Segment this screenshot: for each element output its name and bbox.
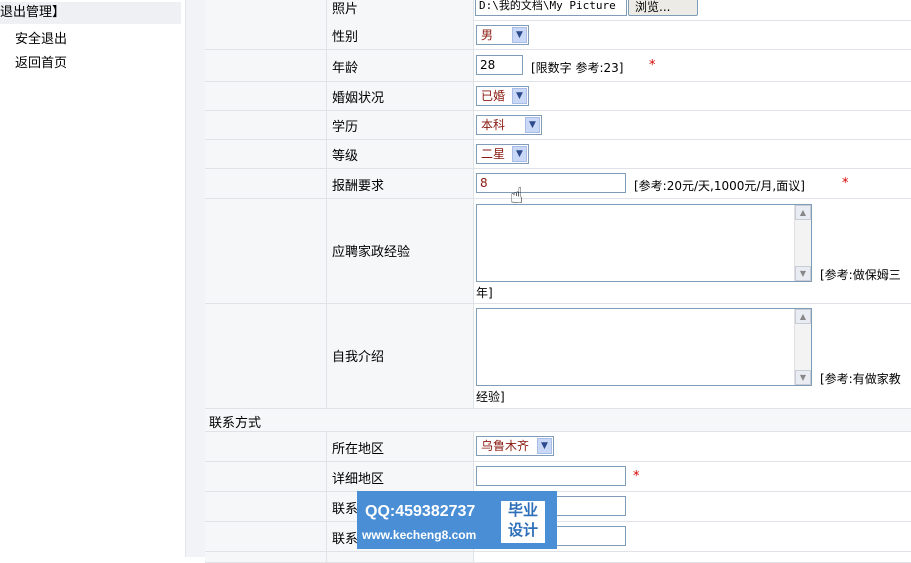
marital-select[interactable]: 已婚 ▼ <box>476 86 529 106</box>
form-row-contact1: 联系 <box>205 492 911 522</box>
form-row-actions <box>205 552 911 563</box>
form-row-gender: 性别 男 ▼ <box>205 20 911 50</box>
gender-select[interactable]: 男 ▼ <box>476 25 529 45</box>
marital-label: 婚姻状况 <box>332 91 385 106</box>
address-label: 详细地区 <box>332 472 385 487</box>
chevron-down-icon: ▼ <box>525 117 540 133</box>
chevron-down-icon: ▼ <box>512 146 527 162</box>
age-label: 年龄 <box>332 61 359 76</box>
sidebar-divider <box>185 0 206 557</box>
watermark-url: www.kecheng8.com <box>362 528 477 542</box>
intro-textarea[interactable]: ▲ ▼ <box>476 308 812 386</box>
sidebar-item-home[interactable]: 返回首页 <box>15 52 67 71</box>
scroll-down-icon[interactable]: ▼ <box>795 266 811 281</box>
form-row-address: 详细地区 * <box>205 462 911 492</box>
section-contact-title: 联系方式 <box>209 416 262 431</box>
salary-label: 报酬要求 <box>332 179 385 194</box>
scroll-up-icon[interactable]: ▲ <box>795 309 811 324</box>
profile-form: 照片 D:\我的文档\My Picture 浏览... 性别 男 ▼ 年龄 28 … <box>205 0 911 563</box>
scrollbar[interactable]: ▲ ▼ <box>794 309 811 385</box>
scroll-down-icon[interactable]: ▼ <box>795 370 811 385</box>
scroll-up-icon[interactable]: ▲ <box>795 205 811 220</box>
grade-label: 等级 <box>332 149 359 164</box>
intro-hint-wrap: 经验] <box>476 390 505 404</box>
chevron-down-icon: ▼ <box>512 88 527 104</box>
sidebar-item-safe-logout[interactable]: 安全退出 <box>15 28 67 47</box>
contact1-label: 联系 <box>332 502 359 517</box>
age-hint: [限数字 参考:23] <box>531 61 624 75</box>
experience-hint: [参考:做保姆三 <box>820 268 901 282</box>
watermark-banner: QQ:459382737 www.kecheng8.com 毕业 设计 <box>357 491 557 549</box>
sidebar-header-logout: 退出管理】 <box>0 2 181 24</box>
watermark-qq: QQ:459382737 <box>365 503 476 520</box>
photo-label: 照片 <box>332 2 359 17</box>
experience-hint-wrap: 年] <box>476 286 493 300</box>
age-required-mark: * <box>649 58 656 73</box>
form-row-contact2: 联系 <box>205 522 911 552</box>
form-row-grade: 等级 二星 ▼ <box>205 140 911 169</box>
watermark-badge: 毕业 设计 <box>501 501 545 543</box>
grade-select[interactable]: 二星 ▼ <box>476 144 529 164</box>
experience-label: 应聘家政经验 <box>332 245 411 260</box>
salary-required-mark: * <box>842 176 849 191</box>
education-label: 学历 <box>332 120 359 135</box>
form-row-salary: 报酬要求 8 [参考:20元/天,1000元/月,面议] * <box>205 169 911 199</box>
intro-label: 自我介绍 <box>332 350 385 365</box>
chevron-down-icon: ▼ <box>512 27 527 43</box>
address-input[interactable] <box>476 466 626 486</box>
chevron-down-icon: ▼ <box>537 438 552 454</box>
hand-cursor-icon: ☝ <box>510 184 524 209</box>
contact2-label: 联系 <box>332 532 359 547</box>
education-select[interactable]: 本科 ▼ <box>476 115 542 135</box>
scrollbar[interactable]: ▲ ▼ <box>794 205 811 281</box>
experience-textarea[interactable]: ▲ ▼ <box>476 204 812 282</box>
intro-hint: [参考:有做家教 <box>820 372 901 386</box>
form-row-intro: 自我介绍 ▲ ▼ [参考:有做家教 经验] <box>205 304 911 409</box>
form-row-photo: 照片 D:\我的文档\My Picture 浏览... <box>205 0 911 21</box>
form-row-marital: 婚姻状况 已婚 ▼ <box>205 82 911 111</box>
sidebar: 退出管理】 安全退出 返回首页 <box>0 0 185 557</box>
address-required-mark: * <box>633 469 640 484</box>
form-row-region: 所在地区 乌鲁木齐 ▼ <box>205 432 911 462</box>
region-select[interactable]: 乌鲁木齐 ▼ <box>476 436 554 456</box>
region-label: 所在地区 <box>332 442 385 457</box>
photo-path-input[interactable]: D:\我的文档\My Picture <box>475 0 627 16</box>
form-row-education: 学历 本科 ▼ <box>205 111 911 140</box>
gender-label: 性别 <box>332 30 359 45</box>
form-row-age: 年龄 28 [限数字 参考:23] * <box>205 50 911 82</box>
salary-input[interactable]: 8 <box>476 173 626 193</box>
browse-button[interactable]: 浏览... <box>628 0 698 16</box>
section-contact: 联系方式 <box>205 409 911 432</box>
form-row-experience: 应聘家政经验 ▲ ▼ [参考:做保姆三 年] <box>205 199 911 304</box>
age-input[interactable]: 28 <box>476 55 523 75</box>
salary-hint: [参考:20元/天,1000元/月,面议] <box>634 179 805 193</box>
